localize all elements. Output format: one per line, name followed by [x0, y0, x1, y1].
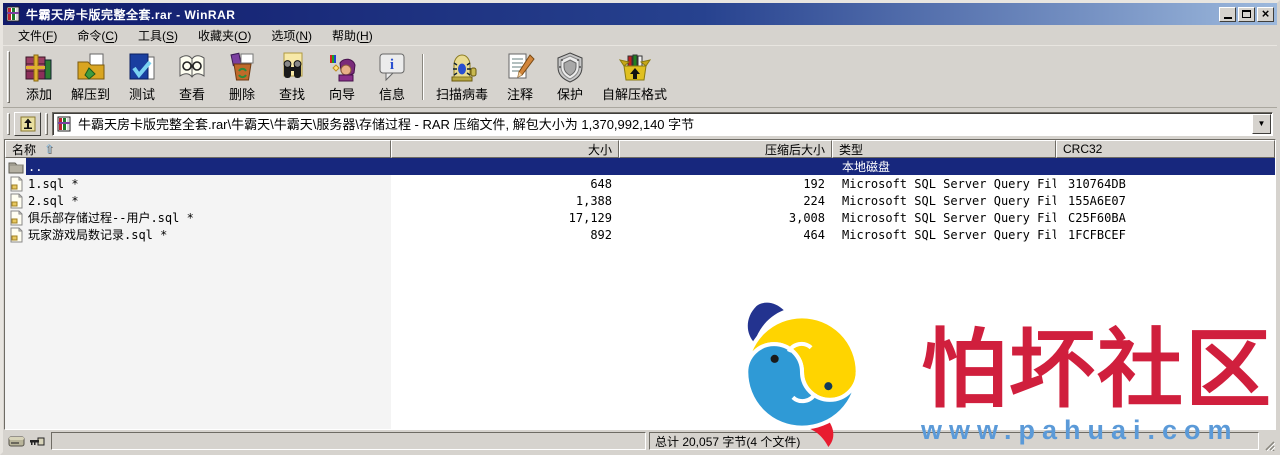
- wizard-icon: [326, 51, 358, 83]
- sql-file-icon: [8, 176, 24, 192]
- up-directory-icon: [20, 116, 35, 131]
- up-directory-button[interactable]: [14, 111, 41, 136]
- status-message-panel: [51, 432, 646, 450]
- winrar-app-icon: [6, 6, 22, 22]
- toolbar-info-button[interactable]: i 信息: [367, 48, 417, 105]
- column-header-packed[interactable]: 压缩后大小: [619, 140, 832, 158]
- delete-icon: [226, 51, 258, 83]
- window-title: 牛霸天房卡版完整全套.rar - WinRAR: [26, 7, 236, 22]
- list-header: 名称 ⇧ 大小 压缩后大小 类型 CRC32: [5, 140, 1275, 158]
- address-bar-gripper[interactable]: [45, 112, 48, 135]
- sql-file-icon: [8, 210, 24, 226]
- toolbar-sfx-button[interactable]: 自解压格式: [595, 48, 674, 105]
- archive-path-text: 牛霸天房卡版完整全套.rar\牛霸天\牛霸天\服务器\存储过程 - RAR 压缩…: [78, 117, 695, 132]
- list-body: .. 本地磁盘 1.sql * 648 192 Microsoft SQL Se…: [5, 158, 1275, 429]
- close-icon: ×: [1261, 5, 1270, 21]
- toolbar-scan-virus-button[interactable]: 扫描病毒: [429, 48, 495, 105]
- minimize-icon: [1223, 17, 1232, 19]
- menu-bar: 文件(F) 命令(C) 工具(S) 收藏夹(O) 选项(N) 帮助(H): [3, 25, 1277, 46]
- file-list: 名称 ⇧ 大小 压缩后大小 类型 CRC32 .. 本地磁盘 1.sql * 64…: [4, 139, 1276, 430]
- table-row[interactable]: 玩家游戏局数记录.sql * 892 464 Microsoft SQL Ser…: [5, 226, 1275, 243]
- column-header-type[interactable]: 类型: [832, 140, 1056, 158]
- menu-favorites[interactable]: 收藏夹(O): [189, 25, 260, 46]
- toolbar-test-button[interactable]: 测试: [117, 48, 167, 105]
- combobox-dropdown-button[interactable]: ▼: [1252, 113, 1271, 134]
- table-row[interactable]: 2.sql * 1,388 224 Microsoft SQL Server Q…: [5, 192, 1275, 209]
- table-row[interactable]: 俱乐部存储过程--用户.sql * 17,129 3,008 Microsoft…: [5, 209, 1275, 226]
- window-controls: ×: [1219, 5, 1274, 22]
- toolbar-separator: [422, 54, 425, 100]
- toolbar-wizard-button[interactable]: 向导: [317, 48, 367, 105]
- svg-text:i: i: [390, 57, 394, 73]
- status-total-panel: 总计 20,057 字节(4 个文件): [649, 432, 1259, 450]
- menu-tools[interactable]: 工具(S): [129, 25, 187, 46]
- toolbar-protect-button[interactable]: 保护: [545, 48, 595, 105]
- address-bar: 牛霸天房卡版完整全套.rar\牛霸天\牛霸天\服务器\存储过程 - RAR 压缩…: [3, 108, 1277, 139]
- test-icon: [126, 51, 158, 83]
- chevron-down-icon: ▼: [1257, 119, 1266, 128]
- sfx-icon: [618, 51, 651, 83]
- table-row[interactable]: 1.sql * 648 192 Microsoft SQL Server Que…: [5, 175, 1275, 192]
- sql-file-icon: [8, 193, 24, 209]
- toolbar-extract-to-button[interactable]: 解压到: [64, 48, 117, 105]
- toolbar-delete-button[interactable]: 删除: [217, 48, 267, 105]
- find-icon: [276, 51, 308, 83]
- key-icon: [30, 437, 45, 446]
- rar-archive-icon: [57, 116, 73, 132]
- drive-icon: [8, 436, 25, 447]
- archive-path-combobox[interactable]: 牛霸天房卡版完整全套.rar\牛霸天\牛霸天\服务器\存储过程 - RAR 压缩…: [52, 111, 1273, 136]
- status-bar: 总计 20,057 字节(4 个文件): [3, 430, 1277, 452]
- comment-icon: [504, 51, 536, 83]
- toolbar-gripper[interactable]: [7, 51, 10, 103]
- column-header-name[interactable]: 名称 ⇧: [5, 140, 391, 158]
- winrar-window: 牛霸天房卡版完整全套.rar - WinRAR × 文件(F) 命令(C) 工具…: [0, 0, 1280, 455]
- info-icon: i: [376, 51, 408, 83]
- parent-dir-row[interactable]: .. 本地磁盘: [5, 158, 1275, 175]
- column-header-crc32[interactable]: CRC32: [1056, 140, 1275, 158]
- resize-grip[interactable]: [1262, 438, 1275, 451]
- toolbar-view-button[interactable]: 查看: [167, 48, 217, 105]
- folder-icon: [8, 159, 24, 175]
- maximize-button[interactable]: [1238, 6, 1255, 22]
- view-icon: [176, 51, 208, 83]
- status-icons: [5, 434, 48, 448]
- toolbar: 添加 解压到 测试 查看 删除 查找 向导 i 信息 扫描病毒 注释 保护 自解…: [3, 46, 1277, 108]
- toolbar-add-button[interactable]: 添加: [14, 48, 64, 105]
- minimize-button[interactable]: [1219, 6, 1236, 22]
- menu-options[interactable]: 选项(N): [262, 25, 321, 46]
- toolbar-comment-button[interactable]: 注释: [495, 48, 545, 105]
- add-icon: [23, 51, 55, 83]
- sql-file-icon: [8, 227, 24, 243]
- maximize-icon: [1242, 10, 1251, 18]
- scan-virus-icon: [446, 51, 478, 83]
- menu-file[interactable]: 文件(F): [9, 25, 66, 46]
- title-bar[interactable]: 牛霸天房卡版完整全套.rar - WinRAR ×: [3, 3, 1277, 25]
- menu-commands[interactable]: 命令(C): [68, 25, 127, 46]
- column-header-size[interactable]: 大小: [391, 140, 619, 158]
- close-button[interactable]: ×: [1257, 5, 1274, 22]
- extract-to-icon: [75, 51, 107, 83]
- toolbar-find-button[interactable]: 查找: [267, 48, 317, 105]
- menu-help[interactable]: 帮助(H): [323, 25, 382, 46]
- address-bar-gripper[interactable]: [7, 112, 10, 135]
- sort-ascending-icon: ⇧: [44, 142, 55, 156]
- protect-icon: [554, 51, 586, 83]
